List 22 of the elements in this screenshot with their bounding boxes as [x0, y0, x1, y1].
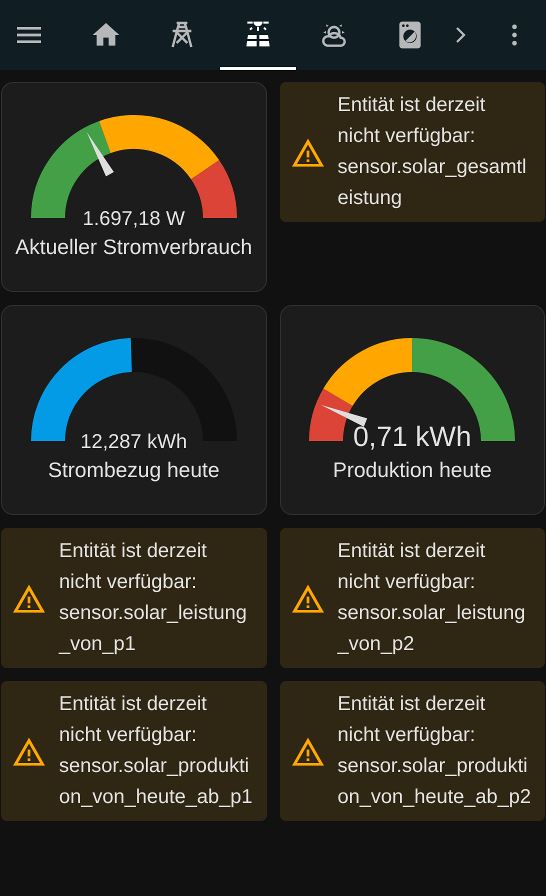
gauge-value: 12,287 kWh: [79, 430, 188, 452]
gauge-name: Produktion heute: [332, 458, 492, 484]
gauge-card[interactable]: 12,287 kWh Strombezug heute: [1, 305, 266, 515]
warning-text: Entität ist derzeit nicht verfügbar: sensor.solar_gesamtleistung: [338, 93, 528, 211]
gauge-name: Strombezug heute: [48, 458, 220, 484]
gauge-card[interactable]: 0,71 kWh Produktion heute: [280, 305, 545, 515]
gauge-name: Aktueller Stromverbrauch: [15, 234, 252, 260]
gauge-card[interactable]: 1.697,18 W Aktueller Stromverbrauch: [1, 82, 266, 292]
warning-text: Entität ist derzeit nicht verfügbar: sensor.solar_produktion_von_heute_ab_p1: [59, 692, 254, 810]
gauge-value: 1.697,18 W: [82, 208, 186, 230]
gauge-needle: [321, 404, 368, 426]
warning-icon: [13, 583, 45, 613]
gauge-needle: [86, 132, 114, 176]
warning-text: Entität ist derzeit nicht verfügbar: sensor.solar_produktion_von_heute_ab_p2: [338, 692, 532, 810]
warning-icon: [292, 137, 324, 167]
warning-text: Entität ist derzeit nicht verfügbar: sensor.solar_leistung_von_p1: [59, 539, 248, 657]
warning-icon: [292, 583, 324, 613]
warning-icon: [292, 736, 324, 766]
more-icon: [510, 23, 518, 47]
gauge-value: 0,71 kWh: [352, 422, 472, 452]
warning-icon: [13, 736, 45, 766]
warning-text: Entität ist derzeit nicht verfügbar: sensor.solar_leistung_von_p2: [338, 539, 526, 657]
